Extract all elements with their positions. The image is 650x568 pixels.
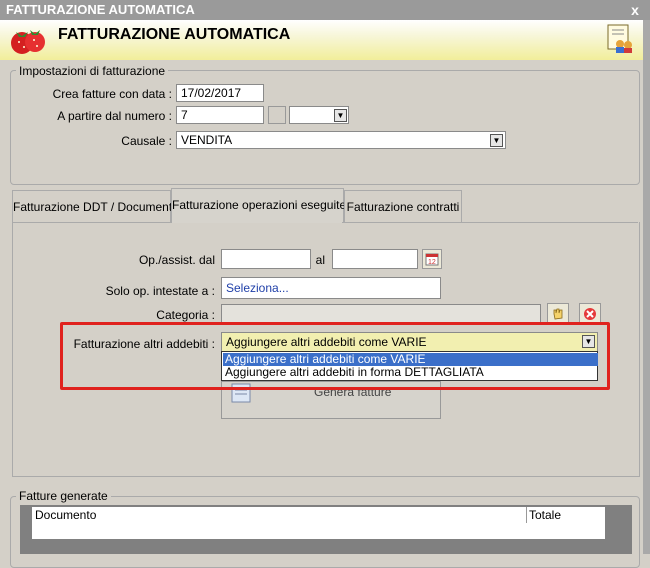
op-dal-label: Op./assist. dal: [138, 253, 215, 267]
calendar-icon: 12: [425, 253, 439, 266]
generated-grid: Documento Totale: [20, 505, 632, 554]
causale-label: Causale :: [121, 134, 172, 148]
settings-group-label: Impostazioni di fatturazione: [16, 64, 169, 78]
causale-chevron-down-icon[interactable]: ▼: [490, 134, 503, 147]
number-suffix-box[interactable]: [268, 106, 286, 124]
header-title: FATTURAZIONE AUTOMATICA: [58, 26, 291, 43]
hand-pointer-icon: [553, 308, 563, 320]
categoria-input[interactable]: [221, 304, 541, 324]
number-label: A partire dal numero :: [57, 109, 172, 123]
clear-x-icon: [584, 308, 596, 320]
grid-header: Documento Totale: [32, 507, 605, 524]
strawberry-icon: [11, 30, 45, 54]
window-title: FATTURAZIONE AUTOMATICA: [6, 2, 195, 17]
date-input[interactable]: 17/02/2017: [176, 84, 264, 102]
causale-select[interactable]: VENDITA: [176, 131, 506, 149]
op-al-input[interactable]: [332, 249, 418, 269]
svg-text:12: 12: [428, 259, 436, 266]
close-button[interactable]: x: [628, 0, 642, 20]
generated-group-label: Fatture generate: [16, 489, 111, 503]
column-documento[interactable]: Documento: [35, 508, 96, 522]
solo-op-label: Solo op. intestate a :: [105, 284, 215, 298]
column-divider: [526, 507, 527, 523]
number-input[interactable]: 7: [176, 106, 264, 124]
column-totale[interactable]: Totale: [529, 508, 561, 522]
al-label: al: [315, 253, 325, 267]
tab-operazioni-eseguite[interactable]: Fatturazione operazioni eseguite: [171, 188, 346, 223]
tab-ddt-documenti[interactable]: Fatturazione DDT / Documenti: [12, 190, 175, 223]
users-document-icon[interactable]: [606, 24, 634, 54]
window-edge: [643, 20, 650, 554]
number-series-chevron-down-icon[interactable]: ▼: [334, 109, 347, 122]
tab-contratti[interactable]: Fatturazione contratti: [344, 190, 462, 223]
op-dal-input[interactable]: [221, 249, 311, 269]
window-titlebar: FATTURAZIONE AUTOMATICA x: [0, 0, 650, 20]
table-row[interactable]: [32, 523, 605, 539]
form-header: FATTURAZIONE AUTOMATICA: [0, 20, 643, 60]
date-label: Crea fatture con data :: [52, 87, 172, 101]
highlight-annotation: [60, 322, 610, 390]
calendar-button[interactable]: 12: [422, 249, 442, 269]
categoria-label: Categoria :: [156, 308, 215, 322]
solo-op-select[interactable]: Seleziona...: [221, 277, 441, 299]
